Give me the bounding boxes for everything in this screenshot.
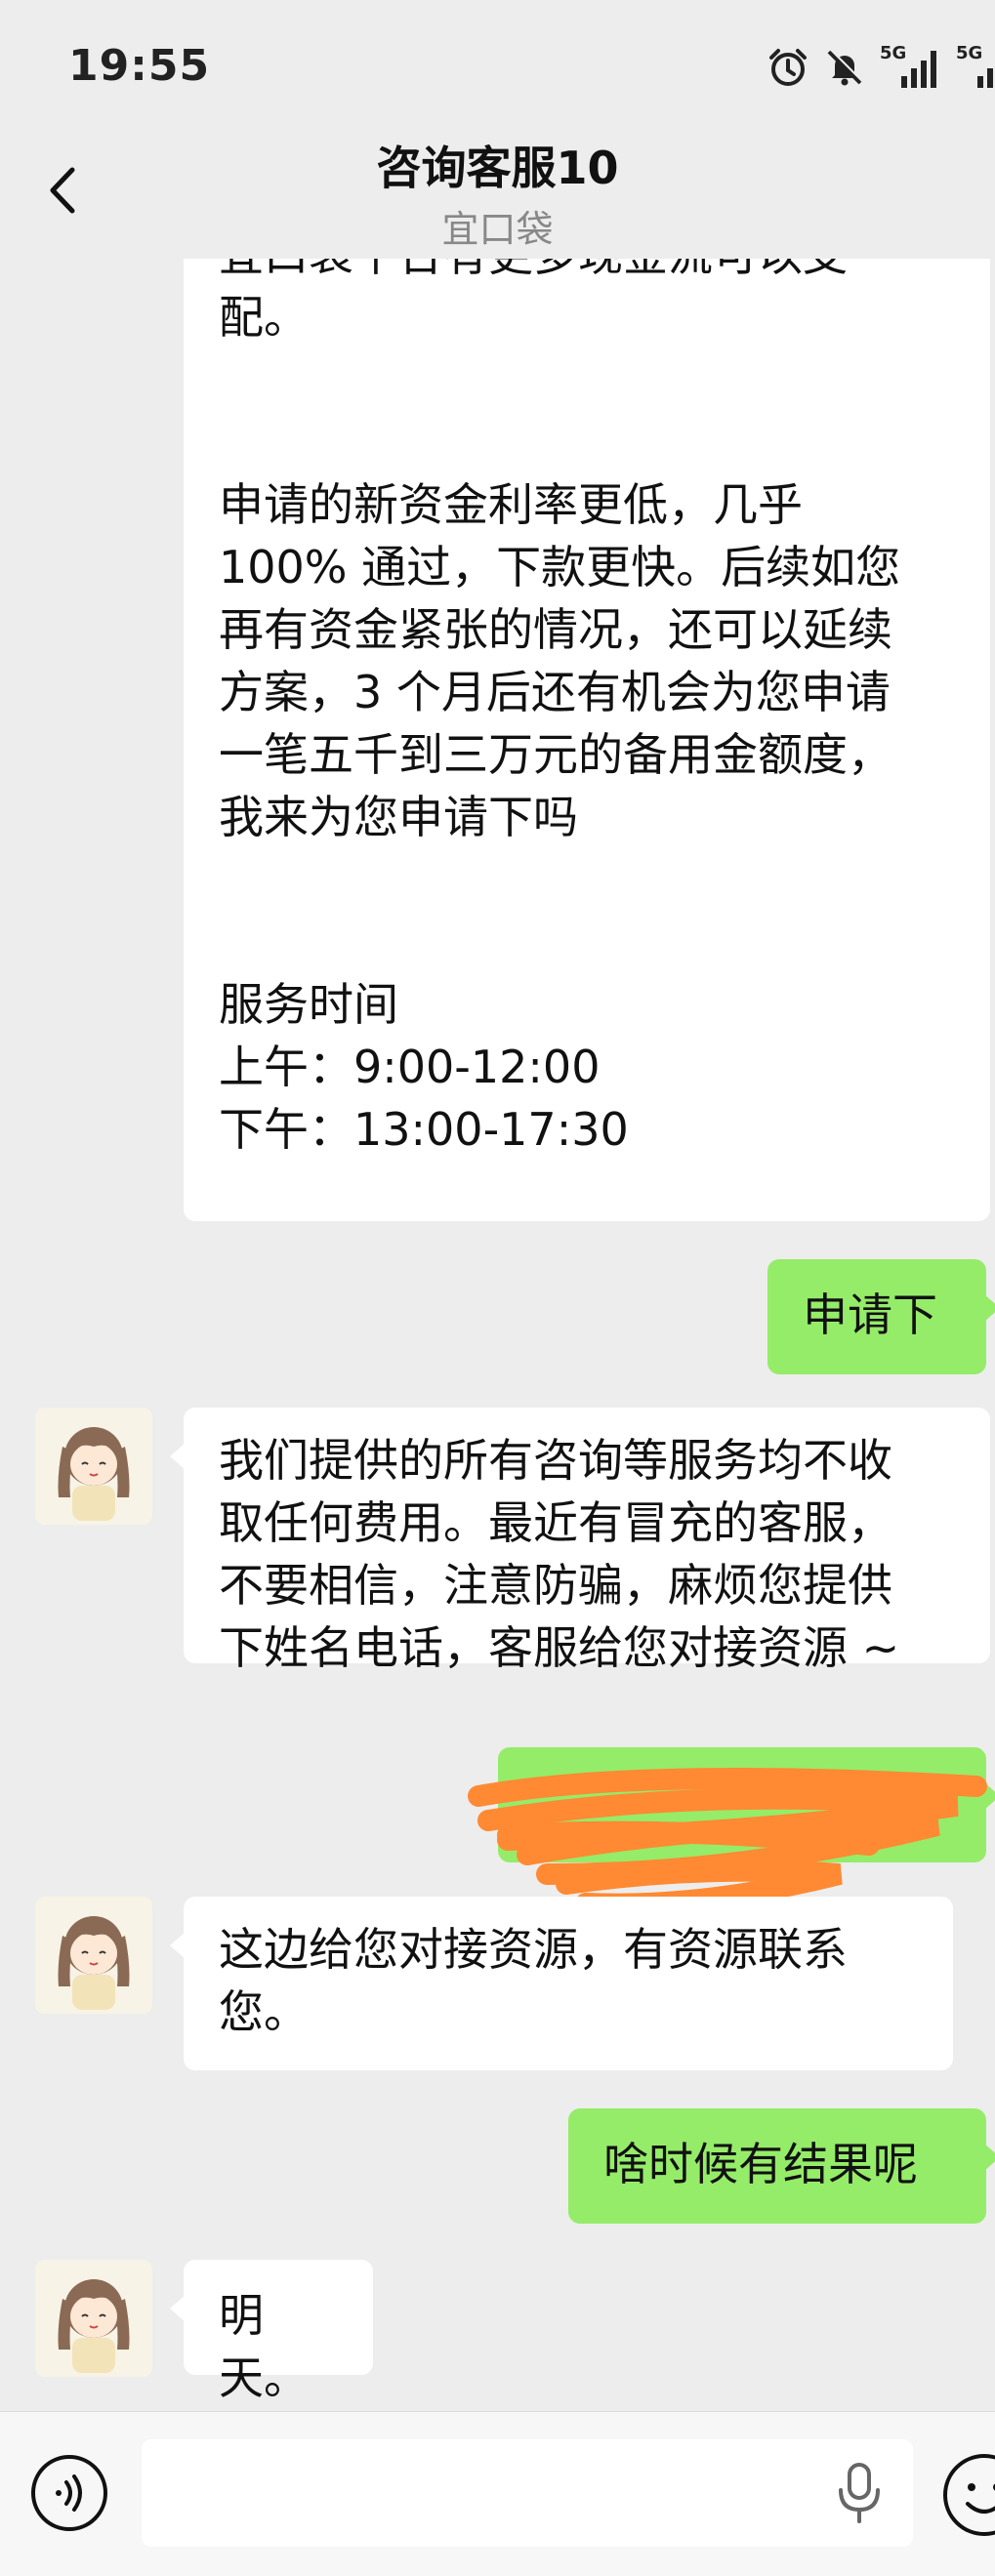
chat-screen: 19:55 5G 5G 咨询客服10 宜口袋 配。 申请的新资金利率更低，几乎 … [0,0,995,2576]
message-list[interactable]: 宜口袋平台有更多现金流可以支 配。 申请的新资金利率更低，几乎 100% 通过，… [0,259,995,2411]
status-time: 19:55 [68,41,211,91]
alarm-icon [767,46,809,89]
status-icons: 5G 5G [767,43,995,92]
avatar[interactable] [35,1897,152,2014]
voice-input-button[interactable] [29,2453,109,2533]
microphone-button[interactable] [835,2461,884,2525]
voice-input-icon [31,2455,107,2531]
message-outgoing[interactable]: 啥时候有结果呢 [568,2108,995,2224]
status-bar: 19:55 5G 5G [0,0,995,137]
microphone-icon [839,2463,880,2523]
message-incoming[interactable]: 明天。 [170,2260,373,2404]
signal-5g-icon: 5G [880,43,942,92]
message-incoming[interactable]: 我们提供的所有咨询等服务均不收 取任何费用。最近有冒充的客服， 不要相信，注意防… [170,1408,990,1674]
chat-header: 咨询客服10 宜口袋 [0,117,995,264]
message-input[interactable] [142,2439,913,2547]
girl-avatar-icon [35,1897,152,2014]
redaction-scribble [468,1768,987,1915]
chat-subtitle: 宜口袋 [441,208,554,251]
signal-5g-icon: 5G [956,43,995,92]
avatar[interactable] [35,1408,152,1525]
chat-title: 咨询客服10 [376,142,619,194]
avatar[interactable] [35,2260,152,2377]
message-incoming[interactable]: 这边给您对接资源，有资源联系 您。 [170,1897,953,2070]
emoji-icon [943,2454,995,2536]
girl-avatar-icon [35,1408,152,1525]
input-bar [0,2411,995,2576]
girl-avatar-icon [35,2260,152,2377]
emoji-button[interactable] [940,2451,995,2539]
mute-icon [823,46,866,89]
message-outgoing[interactable]: 申请下 [767,1259,995,1374]
message-incoming[interactable]: 宜口袋平台有更多现金流可以支 配。 申请的新资金利率更低，几乎 100% 通过，… [184,259,990,1221]
